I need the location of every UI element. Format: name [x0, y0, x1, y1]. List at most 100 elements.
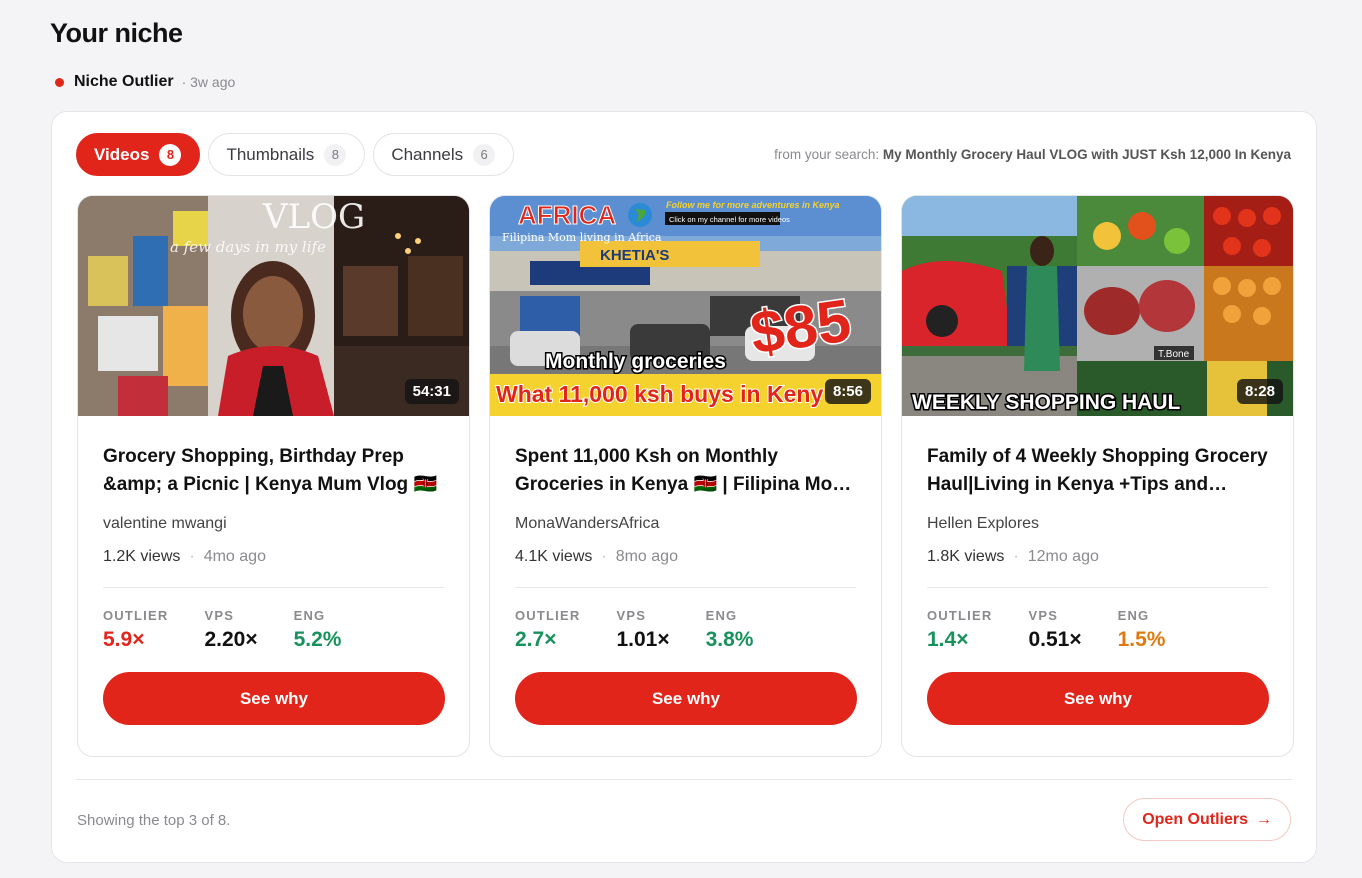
stats-row: OUTLIER 1.4× VPS 0.51× ENG 1.5% — [927, 608, 1268, 652]
video-age: 4mo ago — [203, 548, 266, 565]
view-count: 1.8K views — [927, 548, 1005, 565]
tab-thumbnails[interactable]: Thumbnails 8 — [208, 133, 366, 176]
video-title[interactable]: Spent 11,000 Ksh on Monthly Groceries in… — [515, 443, 856, 499]
video-duration: 8:56 — [824, 379, 871, 404]
view-count: 4.1K views — [515, 548, 593, 565]
channel-name[interactable]: valentine mwangi — [103, 515, 444, 533]
stat-value: 3.8% — [705, 628, 754, 651]
view-count: 1.2K views — [103, 548, 181, 565]
video-card: VLOG a few days in my life 54:31 Grocery… — [77, 195, 470, 757]
stat-vps: VPS 0.51× — [1028, 608, 1081, 652]
video-thumbnail[interactable]: KHETIA'S AFRICA Filipina Mom living in A… — [490, 196, 881, 416]
stat-value: 5.9× — [103, 628, 145, 651]
channel-name[interactable]: MonaWandersAfrica — [515, 515, 856, 533]
card-divider — [515, 587, 856, 588]
tab-count-badge: 6 — [473, 143, 496, 166]
tab-label: Channels — [391, 144, 464, 164]
meta-separator: · — [189, 548, 195, 565]
thumbnail-image: T.Bone WEEKLY SHOPPING HAUL — [902, 196, 1293, 416]
stat-vps: VPS 2.20× — [204, 608, 257, 652]
tab-videos[interactable]: Videos 8 — [76, 133, 201, 176]
video-thumbnail[interactable]: VLOG a few days in my life 54:31 — [78, 196, 469, 416]
card-divider — [927, 587, 1268, 588]
stat-outlier: OUTLIER 5.9× — [103, 608, 168, 652]
video-card-list: VLOG a few days in my life 54:31 Grocery… — [77, 195, 1294, 757]
tab-label: Videos — [94, 144, 150, 164]
tab-label: Thumbnails — [226, 144, 315, 164]
stat-eng: ENG 3.8% — [706, 608, 754, 652]
thumb-title-text: AFRICA — [518, 200, 616, 230]
video-title[interactable]: Grocery Shopping, Birthday Prep &amp; a … — [103, 443, 444, 499]
status-dot-icon — [55, 77, 64, 87]
video-age: 8mo ago — [615, 548, 678, 565]
channel-name[interactable]: Hellen Explores — [927, 515, 1268, 533]
search-prefix: from your search: — [774, 147, 880, 162]
stat-label: OUTLIER — [927, 608, 993, 623]
video-duration: 54:31 — [404, 379, 459, 404]
tab-bar: Videos 8 Thumbnails 8 Channels 6 — [76, 133, 515, 176]
page-title: Your niche — [50, 18, 183, 48]
thumb-title-text: WEEKLY SHOPPING HAUL — [912, 391, 1181, 414]
stat-label: ENG — [1117, 608, 1150, 623]
thumb-subtitle-text: Filipina Mom living in Africa — [502, 231, 662, 244]
stat-value: 2.20× — [204, 628, 258, 651]
thumbnail-image: KHETIA'S AFRICA Filipina Mom living in A… — [490, 196, 881, 416]
search-query: My Monthly Grocery Haul VLOG with JUST K… — [882, 147, 1291, 162]
stat-label: ENG — [705, 608, 738, 623]
stat-value: 1.4× — [927, 628, 969, 651]
video-duration: 8:28 — [1236, 379, 1283, 404]
tab-count-badge: 8 — [159, 143, 182, 166]
thumb-line2-text: What 11,000 ksh buys in Keny — [496, 381, 823, 407]
video-title[interactable]: Family of 4 Weekly Shopping Grocery Haul… — [927, 443, 1268, 499]
panel-divider — [76, 779, 1292, 780]
thumb-sign-text: KHETIA'S — [600, 247, 669, 264]
stat-label: VPS — [1028, 608, 1059, 623]
thumb-banner-text-2: Click on my channel for more videos — [669, 215, 790, 224]
meta-separator: · — [1013, 548, 1019, 565]
results-summary: Showing the top 3 of 8. — [77, 812, 231, 829]
video-card: KHETIA'S AFRICA Filipina Mom living in A… — [489, 195, 882, 757]
stat-value: 1.01× — [616, 628, 670, 651]
niche-panel: Videos 8 Thumbnails 8 Channels 6 from yo… — [51, 111, 1317, 863]
stat-outlier: OUTLIER 2.7× — [515, 608, 580, 652]
stat-label: OUTLIER — [103, 608, 169, 623]
card-divider — [103, 587, 444, 588]
stat-eng: ENG 1.5% — [1118, 608, 1166, 652]
tab-count-badge: 8 — [324, 143, 347, 166]
stat-value: 5.2% — [293, 628, 342, 651]
status-label: Niche Outlier — [74, 73, 174, 90]
video-card: T.Bone WEEKLY SHOPPING HAUL 8:28 Family … — [901, 195, 1294, 757]
stat-label: ENG — [293, 608, 326, 623]
thumb-banner-text: Follow me for more adventures in Kenya — [666, 200, 840, 210]
open-outliers-button[interactable]: Open Outliers → — [1123, 798, 1291, 841]
arrow-right-icon: → — [1256, 810, 1272, 828]
status-time: · 3w ago — [181, 74, 236, 90]
thumb-subtitle-text: a few days in my life — [170, 238, 326, 256]
see-why-button[interactable]: See why — [927, 672, 1269, 725]
stat-vps: VPS 1.01× — [616, 608, 669, 652]
video-age: 12mo ago — [1027, 548, 1099, 565]
see-why-button[interactable]: See why — [515, 672, 857, 725]
video-meta: 1.8K views · 12mo ago — [927, 548, 1268, 566]
open-outliers-label: Open Outliers — [1142, 810, 1248, 828]
niche-status: Niche Outlier · 3w ago — [55, 73, 235, 91]
see-why-button[interactable]: See why — [103, 672, 445, 725]
video-meta: 4.1K views · 8mo ago — [515, 548, 856, 566]
stat-outlier: OUTLIER 1.4× — [927, 608, 992, 652]
meta-separator: · — [601, 548, 607, 565]
stat-value: 0.51× — [1028, 628, 1082, 651]
thumb-line1-text: Monthly groceries — [545, 350, 726, 373]
video-meta: 1.2K views · 4mo ago — [103, 548, 444, 566]
stat-eng: ENG 5.2% — [294, 608, 342, 652]
search-context: from your search: My Monthly Grocery Hau… — [774, 147, 1291, 162]
tab-channels[interactable]: Channels 6 — [373, 133, 515, 176]
stat-label: OUTLIER — [515, 608, 581, 623]
stats-row: OUTLIER 5.9× VPS 2.20× ENG 5.2% — [103, 608, 444, 652]
thumb-title-text: VLOG — [262, 197, 365, 237]
video-thumbnail[interactable]: T.Bone WEEKLY SHOPPING HAUL 8:28 — [902, 196, 1293, 416]
stats-row: OUTLIER 2.7× VPS 1.01× ENG 3.8% — [515, 608, 856, 652]
thumb-tag-text: T.Bone — [1158, 349, 1190, 360]
stat-value: 2.7× — [515, 628, 557, 651]
stat-value: 1.5% — [1117, 628, 1166, 651]
thumb-price-text: $85 — [746, 287, 854, 367]
